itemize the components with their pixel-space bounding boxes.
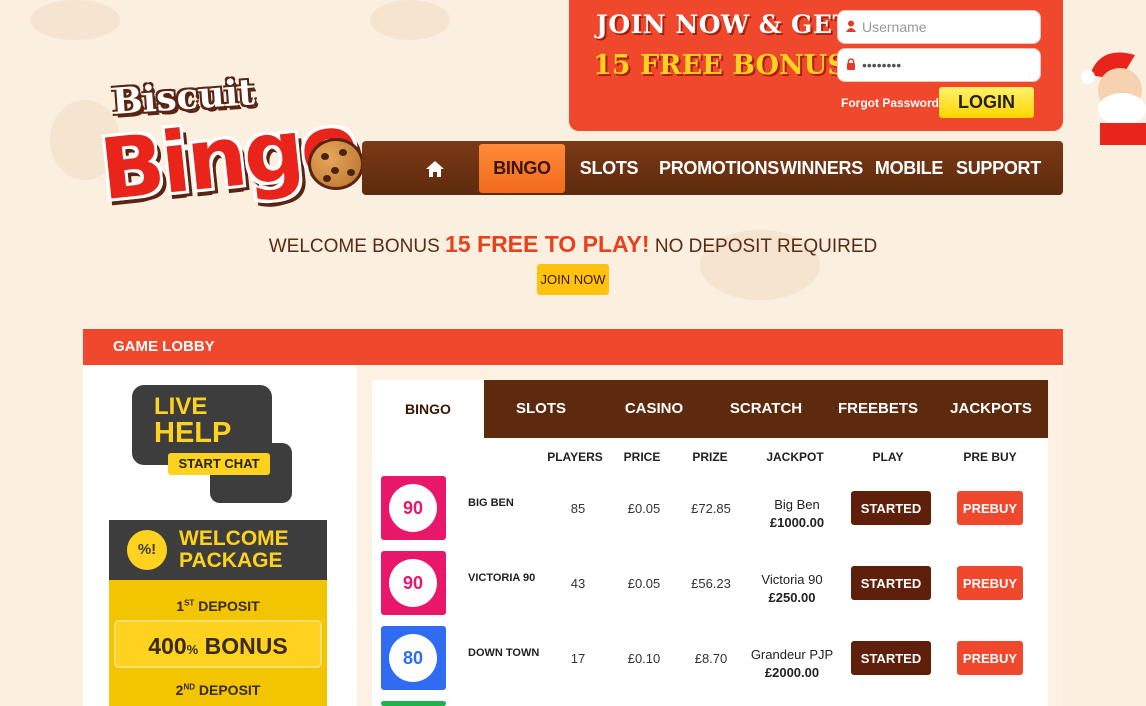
nav-mobile[interactable]: MOBILE	[874, 141, 944, 195]
prize-value: £56.23	[691, 576, 731, 591]
santa-decoration	[1080, 45, 1146, 145]
nav-support[interactable]: SUPPORT	[956, 141, 1041, 195]
join-now-button[interactable]: JOIN NOW	[537, 264, 609, 295]
prize-value: £72.85	[691, 501, 731, 516]
players-count: 17	[570, 651, 586, 666]
start-chat-button[interactable]: START CHAT	[168, 453, 270, 475]
welcome-package-panel[interactable]: %! WELCOME PACKAGE 1ST DEPOSIT 400% BONU…	[109, 520, 327, 706]
welcome-package-title-2: PACKAGE	[179, 549, 283, 572]
tab-bingo[interactable]: BINGO	[372, 380, 484, 438]
main-navigation: BINGO SLOTS PROMOTIONS WINNERS MOBILE SU…	[362, 141, 1063, 195]
jackpot-name: Big Ben	[774, 497, 820, 512]
signup-headline: JOIN NOW & GET	[596, 10, 852, 39]
tab-scratch[interactable]: SCRATCH	[710, 380, 822, 438]
room-name[interactable]: DOWN TOWN	[468, 647, 539, 659]
lock-icon	[846, 57, 856, 73]
nav-home[interactable]	[417, 141, 453, 195]
live-help-line1: LIVE	[154, 393, 208, 420]
jackpot-info: Grandeur PJP £2000.00	[737, 646, 847, 682]
game-lobby-title: GAME LOBBY	[83, 329, 1063, 365]
nav-promotions[interactable]: PROMOTIONS	[659, 141, 779, 195]
started-button[interactable]: STARTED	[851, 491, 931, 525]
room-name[interactable]: VICTORIA 90	[468, 572, 535, 584]
signup-panel: JOIN NOW & GET 15 FREE BONUS Forgot Pass…	[569, 0, 1063, 131]
column-header-players: PLAYERS	[547, 450, 603, 464]
password-input[interactable]	[862, 57, 1032, 73]
bingo-ball-badge: 90	[381, 476, 446, 540]
ticket-price: £0.10	[627, 651, 661, 666]
game-category-tabs: BINGO SLOTS CASINO SCRATCH FREEBETS JACK…	[372, 380, 1048, 438]
jackpot-info: Victoria 90 £250.00	[737, 571, 847, 607]
started-button[interactable]: STARTED	[851, 641, 931, 675]
nav-bingo[interactable]: BINGO	[479, 144, 565, 193]
prize-value: £8.70	[694, 651, 728, 666]
prebuy-button[interactable]: PREBUY	[957, 491, 1023, 525]
bingo-ball-badge: 90	[381, 551, 446, 615]
background-blob	[370, 0, 450, 40]
jackpot-value: £1000.00	[769, 515, 825, 530]
bingo-ball-badge	[381, 701, 446, 706]
home-icon	[426, 158, 444, 178]
column-header-price: PRICE	[623, 450, 661, 464]
jackpot-value: £250.00	[768, 590, 816, 605]
username-field[interactable]	[837, 10, 1041, 44]
bingo-ball-badge: 80	[381, 626, 446, 690]
column-header-prebuy: PRE BUY	[963, 450, 1017, 464]
tab-jackpots[interactable]: JACKPOTS	[934, 380, 1048, 438]
jackpot-name: Victoria 90	[761, 572, 823, 587]
nav-winners[interactable]: WINNERS	[780, 141, 863, 195]
live-help-widget[interactable]: LIVE HELP START CHAT	[132, 385, 297, 503]
tab-freebets[interactable]: FREEBETS	[822, 380, 934, 438]
column-header-prize: PRIZE	[692, 450, 728, 464]
username-input[interactable]	[862, 19, 1032, 35]
login-button[interactable]: LOGIN	[939, 87, 1034, 118]
first-deposit-label: 1ST DEPOSIT	[176, 598, 260, 614]
room-name[interactable]: BIG BEN	[468, 497, 514, 509]
column-header-jackpot: JACKPOT	[766, 450, 824, 464]
signup-bonus-headline: 15 FREE BONUS	[593, 50, 847, 81]
user-icon	[846, 20, 856, 35]
jackpot-value: £2000.00	[764, 665, 820, 680]
started-button[interactable]: STARTED	[851, 566, 931, 600]
nav-slots[interactable]: SLOTS	[574, 141, 644, 195]
welcome-prefix: WELCOME BONUS	[268, 236, 440, 257]
welcome-suffix: NO DEPOSIT REQUIRED	[654, 236, 878, 257]
first-deposit-bonus: 400% BONUS	[114, 620, 322, 668]
prebuy-button[interactable]: PREBUY	[957, 566, 1023, 600]
jackpot-name: Grandeur PJP	[750, 647, 834, 662]
welcome-bonus-banner: WELCOME BONUS 15 FREE TO PLAY! NO DEPOSI…	[0, 231, 1146, 258]
welcome-package-title-1: WELCOME	[179, 527, 289, 550]
prebuy-button[interactable]: PREBUY	[957, 641, 1023, 675]
percent-badge-icon: %!	[127, 530, 167, 570]
second-deposit-label: 2ND DEPOSIT	[175, 682, 261, 698]
column-header-play: PLAY	[872, 450, 904, 464]
tab-casino[interactable]: CASINO	[598, 380, 710, 438]
site-logo[interactable]: Biscuit Bingo	[90, 71, 380, 244]
players-count: 43	[570, 576, 586, 591]
ball-number: 90	[389, 484, 437, 532]
cookie-icon	[308, 138, 364, 190]
ticket-price: £0.05	[627, 576, 661, 591]
lobby-sidebar: LIVE HELP START CHAT %! WELCOME PACKAGE …	[83, 365, 357, 706]
ball-number: 90	[389, 559, 437, 607]
tab-slots[interactable]: SLOTS	[484, 380, 598, 438]
background-blob	[30, 0, 120, 40]
password-field[interactable]	[837, 48, 1041, 82]
forgot-password-link[interactable]: Forgot Password?	[841, 96, 946, 110]
jackpot-info: Big Ben £1000.00	[742, 496, 852, 532]
ticket-price: £0.05	[627, 501, 661, 516]
live-help-line2: HELP	[154, 417, 232, 449]
ball-number: 80	[389, 634, 437, 682]
players-count: 85	[570, 501, 586, 516]
welcome-highlight: 15 FREE TO PLAY!	[445, 231, 650, 257]
